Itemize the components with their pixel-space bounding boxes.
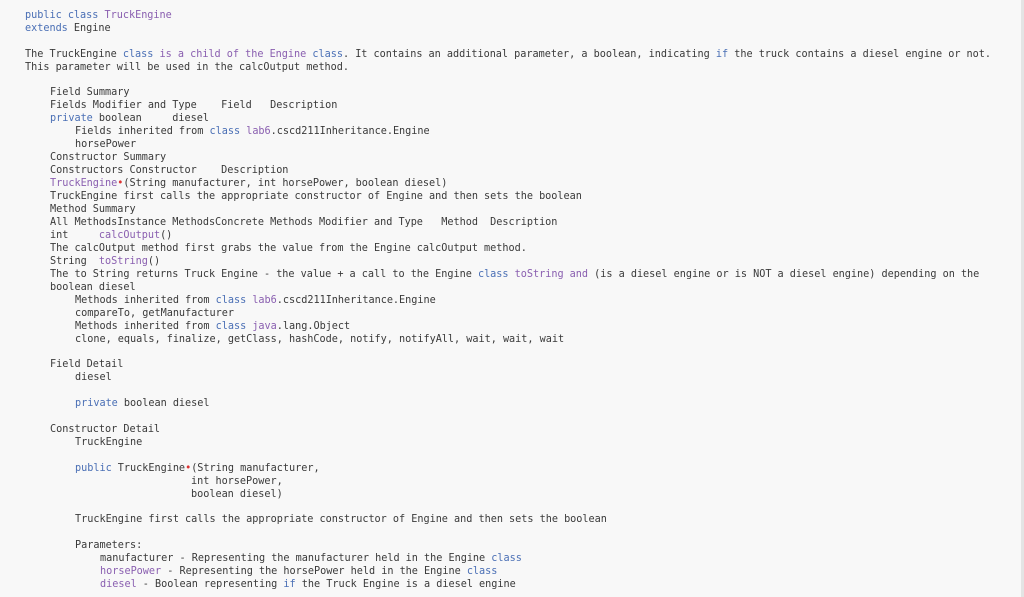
method-summary-title: Method Summary xyxy=(50,204,136,215)
methods-inherited-engine-heading: Methods inherited from class lab6.cscd21… xyxy=(75,295,436,306)
method-row-tostring: String toString() xyxy=(50,256,161,267)
javadoc-page: public class TruckEngine extends Engine … xyxy=(0,0,1024,597)
field-link-diesel[interactable]: diesel xyxy=(172,113,209,124)
fields-inherited-heading: Fields inherited from class lab6.cscd211… xyxy=(75,126,430,137)
method-link-calcoutput[interactable]: calcOutput xyxy=(99,230,160,241)
method-description-tostring-line2: boolean diesel xyxy=(50,282,136,293)
methods-inherited-object-heading: Methods inherited from class java.lang.O… xyxy=(75,321,351,332)
constructor-detail-name: TruckEngine xyxy=(75,437,143,448)
field-detail-title: Field Detail xyxy=(50,359,124,370)
keyword-extends: extends xyxy=(25,23,68,34)
class-description-line2: This parameter will be used in the calcO… xyxy=(25,62,350,73)
constructor-summary-header: Constructors Constructor Description xyxy=(50,165,289,176)
constructor-link-truckengine[interactable]: TruckEngine xyxy=(50,178,117,189)
superclass-name: Engine xyxy=(73,23,111,34)
extends-declaration: extends Engine xyxy=(25,22,111,35)
package-link-lab6[interactable]: lab6 xyxy=(252,295,276,306)
method-summary-header: All MethodsInstance MethodsConcrete Meth… xyxy=(50,217,558,228)
param-horsepower: horsePower - Representing the horsePower… xyxy=(100,566,498,577)
param-diesel: diesel - Boolean representing if the Tru… xyxy=(100,579,516,590)
keyword-public: public xyxy=(25,10,62,21)
package-link-lab6[interactable]: lab6 xyxy=(246,126,270,137)
class-name: TruckEngine xyxy=(104,10,172,21)
parameters-heading: Parameters: xyxy=(75,540,143,551)
inherited-field-horsepower[interactable]: horsePower xyxy=(75,138,136,151)
inherited-methods-engine[interactable]: compareTo, getManufacturer xyxy=(75,307,234,320)
constructor-summary-title: Constructor Summary xyxy=(50,152,167,163)
field-summary-header: Fields Modifier and Type Field Descripti… xyxy=(50,100,338,111)
field-summary-title: Field Summary xyxy=(50,87,130,98)
keyword-class: class xyxy=(67,10,99,21)
class-description-line1: The TruckEngine class is a child of the … xyxy=(25,49,992,60)
class-declaration: public class TruckEngine xyxy=(25,9,172,22)
field-detail-signature: private boolean diesel xyxy=(75,398,210,409)
method-description-tostring: The to String returns Truck Engine - the… xyxy=(50,269,980,280)
constructor-summary-description: TruckEngine first calls the appropriate … xyxy=(50,191,582,202)
method-description-calcoutput: The calcOutput method first grabs the va… xyxy=(50,243,527,254)
constructor-detail-description: TruckEngine first calls the appropriate … xyxy=(75,514,607,525)
constructor-summary-row: TruckEngine•(String manufacturer, int ho… xyxy=(50,178,448,189)
constructor-detail-title: Constructor Detail xyxy=(50,424,161,435)
method-link-tostring[interactable]: toString xyxy=(99,256,148,267)
field-summary-row: private boolean diesel xyxy=(50,113,209,124)
param-manufacturer: manufacturer - Representing the manufact… xyxy=(100,553,522,564)
constructor-detail-signature: public TruckEngine•(String manufacturer, xyxy=(75,463,320,474)
constructor-detail-param-line3: boolean diesel) xyxy=(191,489,283,500)
field-detail-name: diesel xyxy=(75,372,112,383)
package-link-java[interactable]: java xyxy=(252,321,276,332)
inherited-methods-object[interactable]: clone, equals, finalize, getClass, hashC… xyxy=(75,333,564,346)
constructor-detail-param-line2: int horsePower, xyxy=(191,476,283,487)
method-row-calcoutput: int calcOutput() xyxy=(50,230,173,241)
